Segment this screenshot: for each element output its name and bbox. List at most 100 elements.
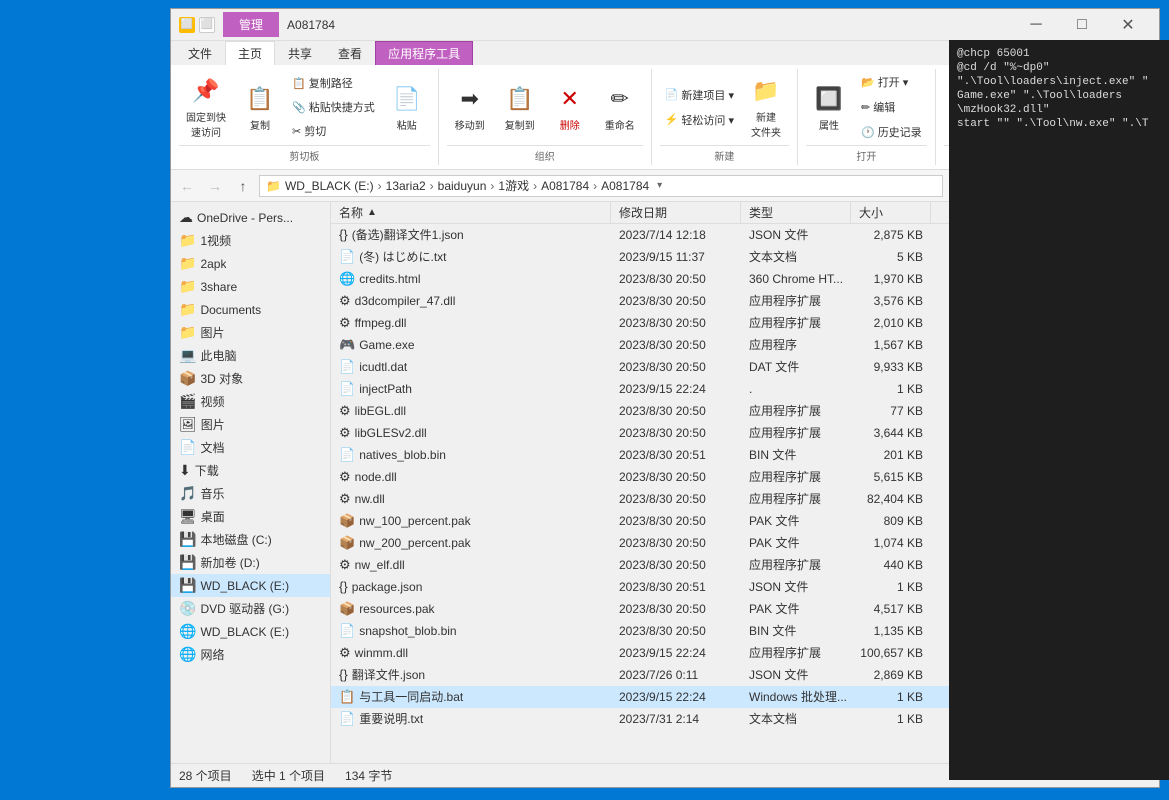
sidebar-label-wdblack2: WD_BLACK (E:) — [200, 625, 289, 639]
tab-share[interactable]: 共享 — [275, 41, 325, 65]
file-date-5: 2023/8/30 20:50 — [611, 334, 741, 355]
properties-button[interactable]: 🔲 属性 — [806, 80, 852, 135]
file-type-10: BIN 文件 — [741, 444, 851, 465]
openfile-button[interactable]: 📂 打开 ▾ — [856, 71, 927, 93]
file-date-15: 2023/8/30 20:50 — [611, 554, 741, 575]
sidebar-item-docs[interactable]: 📄文档 — [171, 436, 330, 459]
sidebar-item-thispc[interactable]: 💻此电脑 — [171, 344, 330, 367]
file-size-1: 5 KB — [851, 246, 931, 267]
col-size-header[interactable]: 大小 — [851, 202, 931, 223]
sidebar-item-wdblack[interactable]: 💾WD_BLACK (E:) — [171, 574, 330, 597]
sidebar-item-3d[interactable]: 📦3D 对象 — [171, 367, 330, 390]
sidebar-label-diskd: 新加卷 (D:) — [200, 554, 259, 571]
file-type-7: . — [741, 378, 851, 399]
sidebar-item-images[interactable]: 🖼图片 — [171, 413, 330, 436]
pasteshortcut-button[interactable]: 📎 粘贴快捷方式 — [287, 96, 380, 118]
copyto-button[interactable]: 📋 复制到 — [497, 80, 543, 135]
easyaccess-button[interactable]: ⚡ 轻松访问 ▾ — [660, 109, 739, 131]
ribbon-group-open: 🔲 属性 📂 打开 ▾ ✏ 编辑 🕐 历史记录 — [798, 69, 936, 165]
ribbon-group-clipboard: 📌 固定到快速访问 📋 复制 📋 复制路径 📎 粘贴快捷方式 — [171, 69, 439, 165]
file-type-11: 应用程序扩展 — [741, 466, 851, 487]
file-size-6: 9,933 KB — [851, 356, 931, 377]
path-segment-2[interactable]: baiduyun — [438, 179, 487, 193]
title-manage-tab[interactable]: 管理 — [223, 12, 279, 37]
sidebar-item-video1[interactable]: 📁1视频 — [171, 229, 330, 252]
file-type-5: 应用程序 — [741, 334, 851, 355]
command-line: Game.exe" ".\Tool\loaders — [957, 90, 1161, 102]
command-line: @chcp 65001 — [957, 48, 1161, 60]
edit-button[interactable]: ✏ 编辑 — [856, 96, 927, 118]
file-name-10: 📄 natives_blob.bin — [331, 444, 611, 465]
command-line: @cd /d "%~dp0" — [957, 62, 1161, 74]
sidebar-label-diskc: 本地磁盘 (C:) — [200, 531, 271, 548]
sidebar-item-documents[interactable]: 📁Documents — [171, 298, 330, 321]
edit-icon: ✏ — [861, 101, 870, 114]
file-icon-8: ⚙ — [339, 403, 351, 419]
file-size-19: 100,657 KB — [851, 642, 931, 663]
file-date-21: 2023/9/15 22:24 — [611, 686, 741, 707]
file-icon-14: 📦 — [339, 535, 355, 551]
copy-button[interactable]: 📋 复制 — [237, 80, 283, 135]
sidebar-item-desktop[interactable]: 🖥桌面 — [171, 505, 330, 528]
path-segment-3[interactable]: 1游戏 — [498, 177, 529, 194]
sidebar-item-diskd[interactable]: 💾新加卷 (D:) — [171, 551, 330, 574]
tab-home[interactable]: 主页 — [225, 41, 275, 65]
close-button[interactable]: ✕ — [1105, 9, 1151, 41]
sidebar-item-pics[interactable]: 📁图片 — [171, 321, 330, 344]
copyto-label: 复制到 — [505, 117, 535, 132]
sidebar-item-3share[interactable]: 📁3share — [171, 275, 330, 298]
up-button[interactable]: ↑ — [231, 174, 255, 198]
path-segment-drive[interactable]: WD_BLACK (E:) — [285, 179, 374, 193]
path-segment-4[interactable]: A081784 — [541, 179, 589, 193]
copypath-button[interactable]: 📋 复制路径 — [287, 72, 380, 94]
col-name-header[interactable]: 名称 ▲ — [331, 202, 611, 223]
sidebar-icon-3d: 📦 — [179, 370, 196, 387]
file-type-2: 360 Chrome HT... — [741, 268, 851, 289]
minimize-button[interactable]: ─ — [1013, 9, 1059, 41]
moveto-label: 移动到 — [455, 117, 485, 132]
paste-button[interactable]: 📄 粘贴 — [384, 80, 430, 135]
cut-button[interactable]: ✂ 剪切 — [287, 120, 380, 142]
history-button[interactable]: 🕐 历史记录 — [856, 121, 927, 143]
sidebar-item-onedrive[interactable]: ☁OneDrive - Pers... — [171, 206, 330, 229]
rename-button[interactable]: ✏ 重命名 — [597, 80, 643, 135]
moveto-button[interactable]: ➡ 移动到 — [447, 80, 493, 135]
sidebar-item-downloads[interactable]: ⬇下载 — [171, 459, 330, 482]
col-date-header[interactable]: 修改日期 — [611, 202, 741, 223]
newitem-button[interactable]: 📄 新建项目 ▾ — [660, 84, 739, 106]
tab-file[interactable]: 文件 — [175, 41, 225, 65]
tab-apptool[interactable]: 应用程序工具 — [375, 41, 473, 65]
sidebar-item-music[interactable]: 🎵音乐 — [171, 482, 330, 505]
file-date-4: 2023/8/30 20:50 — [611, 312, 741, 333]
path-dropdown-arrow[interactable]: ▾ — [657, 180, 662, 191]
easyaccess-icon: ⚡ — [665, 113, 679, 126]
sidebar-item-video[interactable]: 🎬视频 — [171, 390, 330, 413]
ribbon-group-new: 📄 新建项目 ▾ ⚡ 轻松访问 ▾ 📁 新建文件夹 新建 — [652, 69, 798, 165]
maximize-button[interactable]: □ — [1059, 9, 1105, 41]
cut-icon: ✂ — [292, 125, 301, 138]
file-type-3: 应用程序扩展 — [741, 290, 851, 311]
rename-icon: ✏ — [604, 83, 636, 115]
back-button[interactable]: ← — [175, 174, 199, 198]
file-icon-17: 📦 — [339, 601, 355, 617]
forward-button[interactable]: → — [203, 174, 227, 198]
address-path[interactable]: 📁 WD_BLACK (E:) › 13aria2 › baiduyun › 1… — [259, 175, 943, 197]
pin-button[interactable]: 📌 固定到快速访问 — [179, 72, 233, 142]
sidebar-item-diskc[interactable]: 💾本地磁盘 (C:) — [171, 528, 330, 551]
delete-button[interactable]: ✕ 删除 — [547, 80, 593, 135]
sidebar-item-2apk[interactable]: 📁2apk — [171, 252, 330, 275]
file-icon-0: {} — [339, 227, 348, 242]
sidebar-item-dvd[interactable]: 💿DVD 驱动器 (G:) — [171, 597, 330, 620]
newfolder-button[interactable]: 📁 新建文件夹 — [743, 72, 789, 142]
sidebar-item-wdblack2[interactable]: 🌐WD_BLACK (E:) — [171, 620, 330, 643]
open-label: 打开 — [806, 145, 927, 163]
file-date-10: 2023/8/30 20:51 — [611, 444, 741, 465]
history-label: 历史记录 — [878, 124, 922, 140]
organize-label: 组织 — [447, 145, 643, 163]
col-type-header[interactable]: 类型 — [741, 202, 851, 223]
path-segment-1[interactable]: 13aria2 — [386, 179, 426, 193]
tab-view[interactable]: 查看 — [325, 41, 375, 65]
sidebar-item-network[interactable]: 🌐网络 — [171, 643, 330, 666]
moveto-icon: ➡ — [454, 83, 486, 115]
path-segment-5[interactable]: A081784 — [601, 179, 649, 193]
